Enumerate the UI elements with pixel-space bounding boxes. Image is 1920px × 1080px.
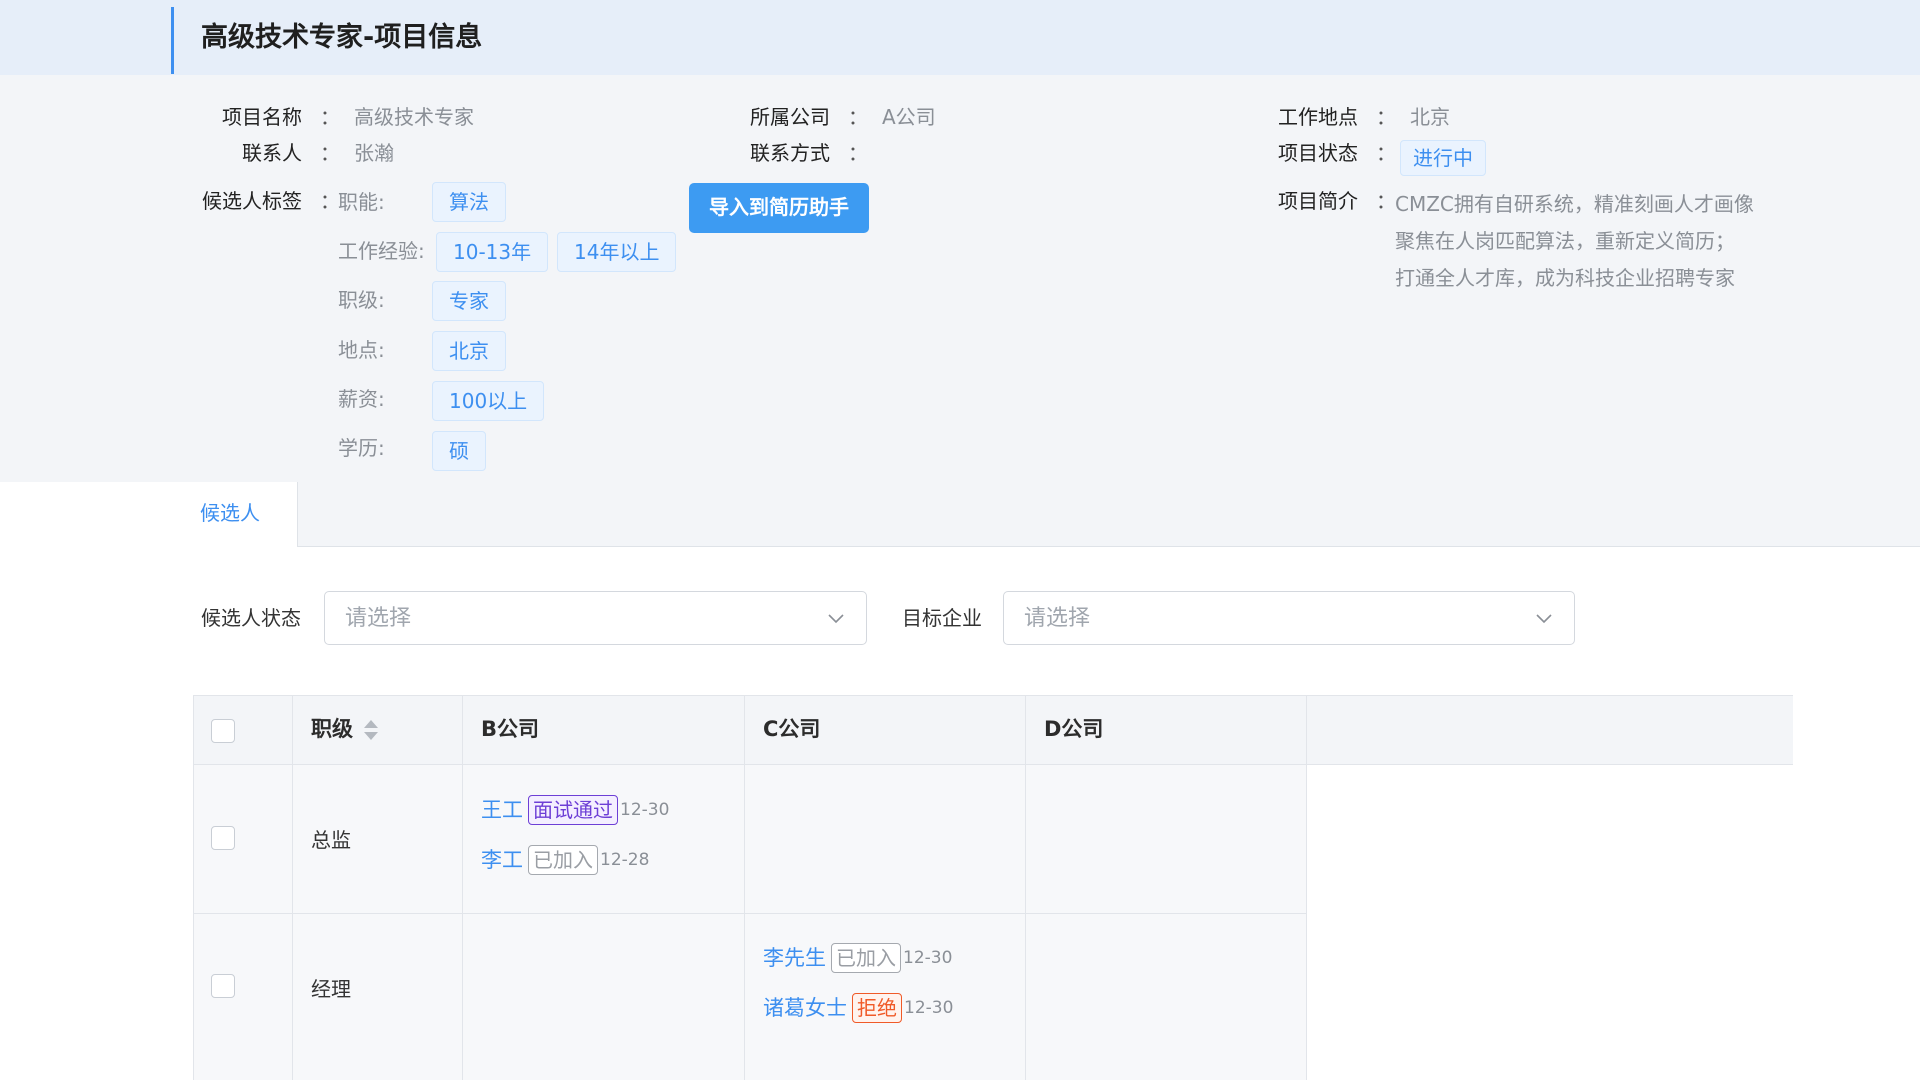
select-placeholder: 请选择 — [345, 606, 412, 631]
status-badge: 拒绝 — [852, 993, 902, 1023]
table-row — [193, 765, 1306, 913]
tag-education: 硕 — [432, 431, 486, 471]
column-header-level[interactable]: 职级 — [311, 714, 353, 744]
education-tag-label: 学历: — [338, 436, 385, 460]
project-status-field: 项目状态 ： — [1274, 139, 1410, 167]
level-tag-label: 职级: — [338, 288, 385, 312]
column-header-c-company: C公司 — [763, 717, 821, 741]
candidate-entry: 诸葛女士 拒绝 12-30 — [763, 993, 953, 1023]
intro-line: CMZC拥有自研系统，精准刻画人才画像 — [1395, 192, 1754, 216]
grid-line — [462, 695, 463, 1080]
contact-field: 联系人 ： 张瀚 — [218, 139, 394, 167]
candidate-name-link[interactable]: 李工 — [481, 845, 523, 875]
chevron-down-icon — [1536, 614, 1552, 624]
tag-salary: 100以上 — [432, 381, 545, 421]
candidate-table: 职级 B公司 C公司 D公司 总监 王工 面试通过 12-30 李工 已加入 1… — [193, 695, 1793, 1080]
grid-line — [193, 913, 1306, 914]
candidate-tags-field: 候选人标签 ： — [198, 187, 340, 215]
colon: ： — [320, 105, 340, 129]
target-company-filter-label: 目标企业 — [902, 606, 982, 630]
contact-method-field: 联系方式 ： — [746, 139, 882, 167]
candidate-tags-label: 候选人标签 — [202, 189, 302, 213]
tag-experience: 14年以上 — [557, 232, 677, 272]
tag-level: 专家 — [432, 281, 506, 321]
grid-line — [1025, 695, 1026, 1080]
table-row — [193, 913, 1306, 1080]
location-label: 工作地点 — [1278, 105, 1358, 129]
grid-line — [193, 695, 194, 1080]
grid-line — [1306, 695, 1307, 1080]
status-badge: 面试通过 — [528, 795, 618, 825]
page-title: 高级技术专家-项目信息 — [201, 22, 483, 53]
candidate-date: 12-30 — [620, 800, 670, 820]
status-badge: 已加入 — [831, 943, 901, 973]
tab-bar-filler — [297, 482, 1920, 547]
candidate-name-link[interactable]: 李先生 — [763, 943, 826, 973]
grid-line — [744, 695, 745, 1080]
sort-icon[interactable] — [363, 716, 379, 744]
contact-label: 联系人 — [242, 141, 302, 165]
project-name-value: 高级技术专家 — [354, 105, 474, 129]
column-header-b-company: B公司 — [481, 717, 540, 741]
tag-place: 北京 — [432, 331, 506, 371]
salary-tag-label: 薪资: — [338, 387, 385, 411]
tab-candidates[interactable]: 候选人 — [200, 498, 260, 528]
tag-experience: 10-13年 — [436, 232, 549, 272]
colon: ： — [1376, 189, 1396, 213]
project-status-label: 项目状态 — [1278, 141, 1358, 165]
select-placeholder: 请选择 — [1024, 606, 1091, 631]
candidate-entry: 李工 已加入 12-28 — [481, 845, 649, 875]
row-level: 经理 — [311, 977, 351, 1001]
location-field: 工作地点 ： 北京 — [1274, 103, 1450, 131]
column-header-d-company: D公司 — [1044, 717, 1104, 741]
tag-function: 算法 — [432, 182, 506, 222]
company-value: A公司 — [882, 105, 936, 129]
colon: ： — [320, 141, 340, 165]
chevron-down-icon — [828, 614, 844, 624]
candidate-status-filter-label: 候选人状态 — [201, 606, 301, 630]
contact-value: 张瀚 — [354, 141, 394, 165]
colon: ： — [320, 189, 340, 213]
candidate-status-select[interactable]: 请选择 — [324, 591, 867, 645]
company-field: 所属公司 ： A公司 — [746, 103, 936, 131]
candidate-date: 12-28 — [600, 850, 650, 870]
candidate-entry: 王工 面试通过 12-30 — [481, 795, 669, 825]
candidate-date: 12-30 — [903, 948, 953, 968]
project-intro-text: CMZC拥有自研系统，精准刻画人才画像 聚焦在人岗匹配算法，重新定义简历； 打通… — [1395, 186, 1795, 297]
colon: ： — [1376, 105, 1396, 129]
colon: ： — [1376, 141, 1396, 165]
company-label: 所属公司 — [750, 105, 830, 129]
candidate-name-link[interactable]: 王工 — [481, 795, 523, 825]
function-tag-label: 职能: — [338, 190, 385, 214]
page-header: 高级技术专家-项目信息 — [0, 0, 1920, 75]
colon: ： — [848, 105, 868, 129]
row-checkbox[interactable] — [211, 974, 235, 998]
intro-label: 项目简介 — [1278, 189, 1358, 213]
project-name-field: 项目名称 ： 高级技术专家 — [218, 103, 474, 131]
candidate-name-link[interactable]: 诸葛女士 — [763, 993, 847, 1023]
table-header — [193, 695, 1793, 765]
colon: ： — [848, 141, 868, 165]
experience-tag-label: 工作经验: — [338, 239, 425, 263]
target-company-select[interactable]: 请选择 — [1003, 591, 1575, 645]
location-value: 北京 — [1410, 105, 1450, 129]
candidate-date: 12-30 — [904, 998, 954, 1018]
intro-line: 聚焦在人岗匹配算法，重新定义简历； — [1395, 229, 1735, 253]
import-to-resume-assistant-button[interactable]: 导入到简历助手 — [689, 183, 869, 233]
row-level: 总监 — [311, 828, 351, 852]
project-status-badge: 进行中 — [1400, 140, 1486, 176]
candidate-entry: 李先生 已加入 12-30 — [763, 943, 952, 973]
project-name-label: 项目名称 — [222, 105, 302, 129]
tab-bar: 候选人 — [0, 482, 1920, 547]
row-checkbox[interactable] — [211, 826, 235, 850]
status-badge: 已加入 — [528, 845, 598, 875]
intro-field: 项目简介 ： — [1274, 187, 1410, 215]
grid-line — [292, 695, 293, 1080]
place-tag-label: 地点: — [338, 338, 385, 362]
title-accent-bar — [171, 7, 174, 74]
intro-line: 打通全人才库，成为科技企业招聘专家 — [1395, 266, 1735, 290]
select-all-checkbox[interactable] — [211, 719, 235, 743]
contact-method-label: 联系方式 — [750, 141, 830, 165]
